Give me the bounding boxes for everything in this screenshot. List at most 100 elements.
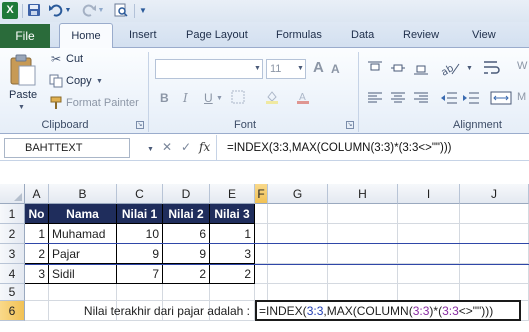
cell-f3[interactable] [255,244,268,264]
cell-d5[interactable] [163,284,210,301]
save-icon[interactable] [27,3,41,19]
cell-i2[interactable] [398,224,460,244]
table-data-cell[interactable]: Sidil [49,264,117,284]
tab-page-layout[interactable]: Page Layout [186,29,248,41]
table-header-cell[interactable]: Nilai 2 [163,204,210,224]
table-data-cell[interactable]: Muhamad [49,224,117,244]
table-data-cell[interactable]: 1 [210,224,255,244]
table-data-cell[interactable]: 10 [117,224,163,244]
tab-file[interactable]: File [0,24,50,48]
column-header-a[interactable]: A [25,184,49,204]
copy-dropdown-icon[interactable]: ▼ [96,78,103,85]
cancel-entry-icon[interactable]: ✕ [162,140,172,154]
format-painter-icon[interactable] [48,96,64,110]
insert-function-icon[interactable]: fx [199,140,210,154]
redo-icon[interactable] [81,3,97,19]
copy-button[interactable]: Copy [66,75,92,87]
column-header-d[interactable]: D [163,184,210,204]
tab-view[interactable]: View [472,29,496,41]
grow-font-button[interactable]: A [313,59,324,76]
table-data-cell[interactable]: 2 [25,244,49,264]
name-box-dropdown-icon[interactable]: ▼ [147,146,154,153]
cell-i5[interactable] [398,284,460,301]
undo-dropdown-icon[interactable]: ▼ [64,3,72,19]
align-right-icon[interactable] [413,90,429,106]
table-data-cell[interactable]: 9 [117,244,163,264]
cell-h4[interactable] [328,264,398,284]
cell-h5[interactable] [328,284,398,301]
tab-data[interactable]: Data [351,29,374,41]
table-data-cell[interactable]: 6 [163,224,210,244]
redo-dropdown-icon[interactable]: ▼ [97,3,105,19]
align-center-icon[interactable] [390,90,406,106]
undo-icon[interactable] [48,3,64,19]
cell-h2[interactable] [328,224,398,244]
align-middle-icon[interactable] [390,60,406,76]
align-top-icon[interactable] [367,60,383,76]
row-header-6[interactable]: 6 [0,301,25,321]
paste-icon[interactable] [7,54,37,88]
font-name-input[interactable] [155,59,263,79]
column-header-i[interactable]: I [398,184,460,204]
table-data-cell[interactable]: 7 [117,264,163,284]
column-header-e[interactable]: E [210,184,255,204]
table-header-cell[interactable]: Nilai 3 [210,204,255,224]
row-header-2[interactable]: 2 [0,224,25,244]
active-cell-editor[interactable]: =INDEX(3:3,MAX(COLUMN(3:3)*(3:3<>""))) [255,300,521,321]
font-launcher-icon[interactable]: ↘ [346,121,354,129]
font-name-dropdown-icon[interactable]: ▼ [254,65,261,72]
row-header-1[interactable]: 1 [0,204,25,224]
align-bottom-icon[interactable] [413,60,429,76]
cell-j4[interactable] [460,264,529,284]
cell-h1[interactable] [328,204,398,224]
table-data-cell[interactable]: Pajar [49,244,117,264]
row-header-5[interactable]: 5 [0,284,25,301]
italic-button[interactable]: I [183,91,188,105]
column-header-b[interactable]: B [49,184,117,204]
merge-center-icon[interactable] [490,90,512,106]
cell-c5[interactable] [117,284,163,301]
borders-icon[interactable] [230,90,246,106]
cell-f2[interactable] [255,224,268,244]
wrap-text-icon[interactable] [482,58,500,76]
cell-e5[interactable] [210,284,255,301]
cell-j5[interactable] [460,284,529,301]
table-header-cell[interactable]: Nama [49,204,117,224]
cell-g2[interactable] [268,224,328,244]
formula-input[interactable]: =INDEX(3:3,MAX(COLUMN(3:3)*(3:3<>""))) [216,135,529,161]
format-painter-button[interactable]: Format Painter [66,97,139,109]
orientation-dropdown-icon[interactable]: ▼ [466,65,473,72]
cut-button[interactable]: Cut [66,53,83,65]
table-data-cell[interactable]: 3 [210,244,255,264]
cell-f5[interactable] [255,284,268,301]
tab-review[interactable]: Review [403,29,439,41]
cell-j2[interactable] [460,224,529,244]
table-data-cell[interactable]: 2 [163,264,210,284]
paste-dropdown-icon[interactable]: ▼ [18,104,25,111]
print-preview-icon[interactable] [113,3,129,19]
row-header-4[interactable]: 4 [0,264,25,284]
decrease-indent-icon[interactable] [440,90,458,106]
cell-g1[interactable] [268,204,328,224]
cut-icon[interactable]: ✂ [48,52,64,66]
tab-insert[interactable]: Insert [129,29,157,41]
fill-color-icon[interactable] [264,90,280,106]
name-box[interactable]: BAHTTEXT [4,138,130,158]
row-header-3[interactable]: 3 [0,244,25,264]
underline-dropdown-icon[interactable]: ▼ [216,95,223,102]
column-header-h[interactable]: H [328,184,398,204]
tab-home[interactable]: Home [59,23,113,49]
column-header-f[interactable]: F [255,184,268,204]
customize-qat-icon[interactable]: ▼ [138,3,148,19]
cell-b5[interactable] [49,284,117,301]
cell-i1[interactable] [398,204,460,224]
table-data-cell[interactable]: 9 [163,244,210,264]
cell-f4[interactable] [255,264,268,284]
table-data-cell[interactable]: 1 [25,224,49,244]
font-color-icon[interactable]: A [295,90,311,106]
column-header-c[interactable]: C [117,184,163,204]
cell-g5[interactable] [268,284,328,301]
cell-i3[interactable] [398,244,460,264]
clipboard-launcher-icon[interactable]: ↘ [136,121,144,129]
align-left-icon[interactable] [367,90,383,106]
